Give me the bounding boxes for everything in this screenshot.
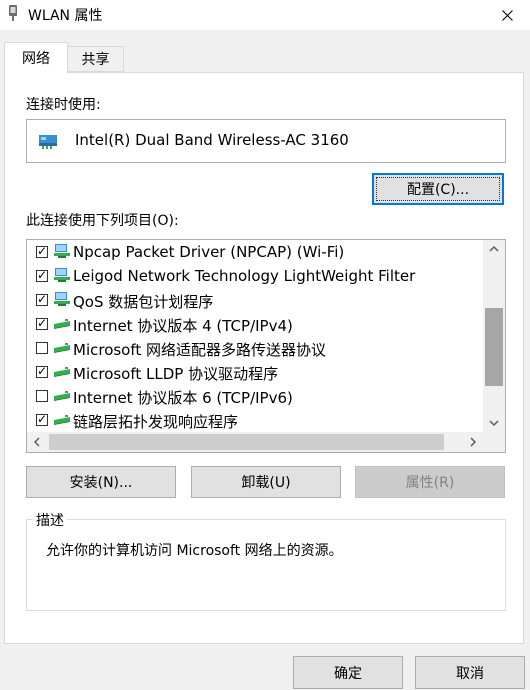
item-label: Leigod Network Technology LightWeight Fi… [73, 267, 416, 285]
network-card-icon [38, 132, 60, 154]
checkmark-icon: ✓ [37, 364, 48, 378]
tab-sharing[interactable]: 共享 [68, 46, 124, 72]
item-label: Npcap Packet Driver (NPCAP) (Wi-Fi) [73, 243, 345, 261]
install-button[interactable]: 安装(N)... [26, 466, 176, 498]
item-checkbox[interactable] [36, 390, 48, 402]
item-label: 链路层拓扑发现响应程序 [73, 413, 239, 431]
uninstall-button[interactable]: 卸载(U) [191, 466, 341, 498]
list-item[interactable]: ✓ 链路层拓扑发现响应程序 [27, 408, 483, 432]
list-item[interactable]: ✓ Internet 协议版本 4 (TCP/IPv4) [27, 312, 483, 336]
description-text: 允许你的计算机访问 Microsoft 网络上的资源。 [46, 543, 343, 559]
close-button[interactable] [484, 0, 530, 30]
network-client-icon [53, 243, 71, 263]
chevron-down-icon [489, 420, 499, 426]
adapter-display: Intel(R) Dual Band Wireless-AC 3160 [26, 119, 506, 163]
item-checkbox[interactable]: ✓ [36, 412, 48, 426]
list-item[interactable]: ✓ Npcap Packet Driver (NPCAP) (Wi-Fi) [27, 240, 483, 264]
description-group: 描述 允许你的计算机访问 Microsoft 网络上的资源。 [26, 510, 506, 611]
cancel-button[interactable]: 取消 [415, 656, 525, 689]
item-checkbox[interactable]: ✓ [36, 292, 48, 306]
checkmark-icon: ✓ [37, 316, 48, 330]
description-legend: 描述 [33, 510, 67, 530]
items-label: 此连接使用下列项目(O): [26, 213, 179, 229]
checkmark-icon: ✓ [37, 244, 48, 258]
scroll-left-button[interactable] [27, 432, 47, 452]
protocol-icon [53, 411, 71, 431]
item-checkbox[interactable]: ✓ [36, 316, 48, 330]
components-list[interactable]: ✓ Npcap Packet Driver (NPCAP) (Wi-Fi) ✓ Lei… [26, 239, 506, 453]
scroll-up-button[interactable] [483, 240, 505, 258]
item-label: Microsoft LLDP 协议驱动程序 [73, 365, 279, 383]
item-label: Internet 协议版本 4 (TCP/IPv4) [73, 317, 293, 335]
protocol-icon [53, 339, 71, 359]
configure-button[interactable]: 配置(C)... [372, 173, 504, 205]
network-adapter-icon [7, 5, 19, 23]
scroll-right-button[interactable] [463, 432, 483, 452]
chevron-left-icon [34, 437, 40, 447]
protocol-icon [53, 387, 71, 407]
scrollbar-corner [483, 432, 505, 452]
item-checkbox[interactable] [36, 342, 48, 354]
list-item[interactable]: Microsoft 网络适配器多路传送器协议 [27, 336, 483, 360]
ok-button[interactable]: 确定 [293, 656, 403, 689]
item-label: QoS 数据包计划程序 [73, 293, 214, 311]
scroll-down-button[interactable] [483, 414, 505, 432]
window-title: WLAN 属性 [28, 8, 103, 24]
checkmark-icon: ✓ [37, 268, 48, 282]
list-item[interactable]: Internet 协议版本 6 (TCP/IPv6) [27, 384, 483, 408]
tab-panel-network: 连接时使用: Intel(R) Dual Band Wireless-AC 31… [4, 72, 524, 644]
list-item[interactable]: ✓ Microsoft LLDP 协议驱动程序 [27, 360, 483, 384]
item-label: Internet 协议版本 6 (TCP/IPv6) [73, 389, 293, 407]
checkmark-icon: ✓ [37, 292, 48, 306]
protocol-icon [53, 315, 71, 335]
adapter-name: Intel(R) Dual Band Wireless-AC 3160 [75, 131, 349, 149]
vertical-scroll-thumb[interactable] [485, 308, 503, 386]
tab-network[interactable]: 网络 [4, 42, 68, 73]
item-label: Microsoft 网络适配器多路传送器协议 [73, 341, 327, 359]
focus-rectangle [376, 177, 500, 201]
chevron-up-icon [489, 246, 499, 252]
list-item[interactable]: ✓ Leigod Network Technology LightWeight F… [27, 264, 483, 288]
close-icon [501, 9, 513, 21]
chevron-right-icon [470, 437, 476, 447]
horizontal-scroll-thumb[interactable] [49, 434, 444, 450]
properties-button: 属性(R) [355, 466, 505, 498]
item-checkbox[interactable]: ✓ [36, 364, 48, 378]
item-checkbox[interactable]: ✓ [36, 268, 48, 282]
network-client-icon [53, 291, 71, 311]
connect-using-label: 连接时使用: [26, 97, 101, 113]
item-checkbox[interactable]: ✓ [36, 244, 48, 258]
list-item[interactable]: ✓ QoS 数据包计划程序 [27, 288, 483, 312]
checkmark-icon: ✓ [37, 412, 48, 426]
vertical-scrollbar[interactable] [483, 240, 505, 432]
network-client-icon [53, 267, 71, 287]
protocol-icon [53, 363, 71, 383]
horizontal-scrollbar[interactable] [27, 432, 483, 452]
title-bar: WLAN 属性 [0, 0, 530, 30]
